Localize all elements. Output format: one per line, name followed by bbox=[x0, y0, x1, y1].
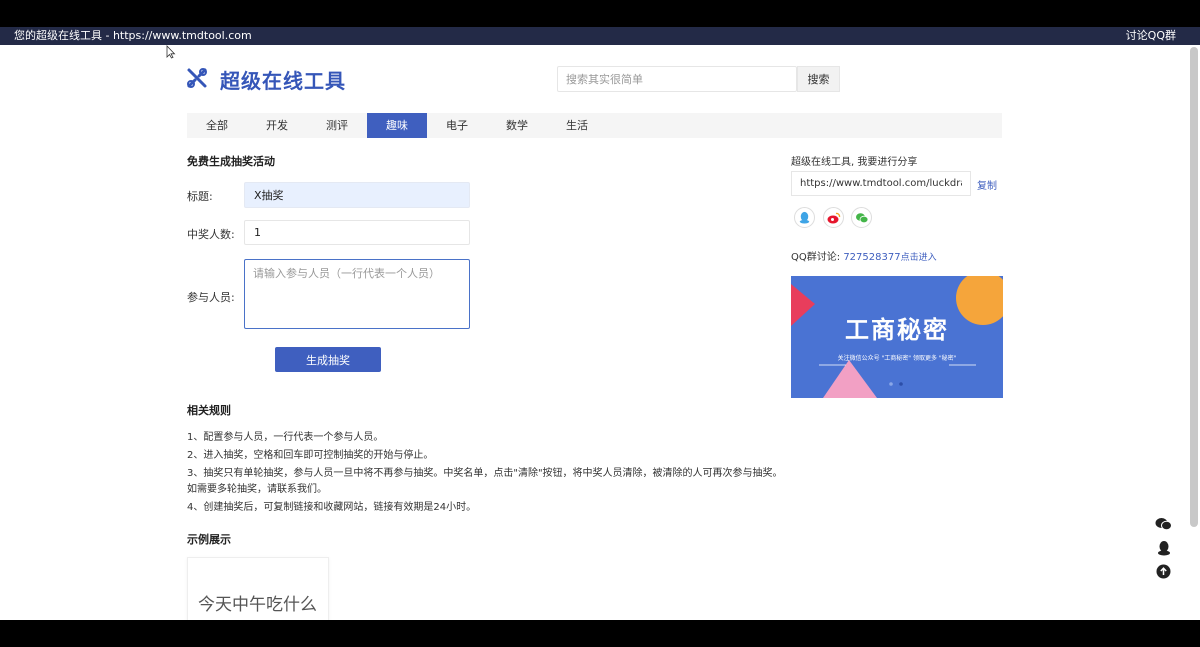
rule-item: 如需要多轮抽奖，请联系我们。 bbox=[187, 484, 327, 495]
scrollbar[interactable] bbox=[1190, 47, 1198, 527]
tab-electronics[interactable]: 电子 bbox=[427, 113, 487, 138]
rule-item: 3、抽奖只有单轮抽奖，参与人员一旦中将不再参与抽奖。中奖名单，点击"清除"按钮，… bbox=[187, 468, 783, 479]
banner-subtitle: 关注微信公众号 "工商秘密" 领取更多 "秘密" bbox=[837, 355, 957, 362]
ad-banner[interactable]: 工商秘密 关注微信公众号 "工商秘密" 领取更多 "秘密" bbox=[791, 276, 1003, 398]
browser-titlebar: 您的超级在线工具 - https://www.tmdtool.com 讨论QQ群 bbox=[0, 27, 1200, 45]
examples-heading: 示例展示 bbox=[187, 533, 231, 546]
qq-group-label: QQ群讨论: bbox=[791, 252, 841, 263]
search-button[interactable]: 搜索 bbox=[797, 66, 840, 92]
tab-fun[interactable]: 趣味 bbox=[367, 113, 427, 138]
tab-review[interactable]: 测评 bbox=[307, 113, 367, 138]
banner-title: 工商秘密 bbox=[845, 316, 949, 344]
category-tabs: 全部 开发 测评 趣味 电子 数学 生活 bbox=[187, 113, 1002, 138]
title-input[interactable] bbox=[244, 182, 470, 208]
wechat-icon[interactable] bbox=[851, 207, 872, 228]
share-url-input[interactable] bbox=[791, 171, 971, 196]
rules-list: 1、配置参与人员，一行代表一个参与人员。 2、进入抽奖，空格和回车即可控制抽奖的… bbox=[187, 430, 787, 518]
qq-group-number[interactable]: 727528377 bbox=[843, 252, 900, 263]
winner-count-input[interactable] bbox=[244, 220, 470, 245]
qq-group-join-link[interactable]: 点击进入 bbox=[901, 253, 937, 263]
browser-title: 您的超级在线工具 - https://www.tmdtool.com bbox=[14, 29, 252, 42]
rule-item: 4、创建抽奖后，可复制链接和收藏网站，链接有效期是24小时。 bbox=[187, 502, 477, 513]
wechat-float-icon[interactable] bbox=[1155, 515, 1172, 532]
tab-dev[interactable]: 开发 bbox=[247, 113, 307, 138]
page-content: 超级在线工具 搜索 全部 开发 测评 趣味 电子 数学 生活 免费生成抽奖活动 … bbox=[0, 45, 1200, 620]
copy-link[interactable]: 复制 bbox=[977, 177, 997, 192]
site-logo-text[interactable]: 超级在线工具 bbox=[220, 65, 346, 94]
tab-math[interactable]: 数学 bbox=[487, 113, 547, 138]
generate-lottery-button[interactable]: 生成抽奖 bbox=[275, 347, 381, 372]
search-input[interactable] bbox=[557, 66, 797, 92]
rule-item: 2、进入抽奖，空格和回车即可控制抽奖的开始与停止。 bbox=[187, 450, 434, 461]
rule-item: 1、配置参与人员，一行代表一个参与人员。 bbox=[187, 432, 384, 443]
participants-label: 参与人员: bbox=[187, 291, 235, 304]
winner-count-label: 中奖人数: bbox=[187, 228, 235, 241]
participants-textarea[interactable] bbox=[244, 259, 470, 329]
rules-heading: 相关规则 bbox=[187, 404, 231, 417]
tab-life[interactable]: 生活 bbox=[547, 113, 607, 138]
tab-all[interactable]: 全部 bbox=[187, 113, 247, 138]
weibo-icon[interactable] bbox=[823, 207, 844, 228]
mouse-cursor-icon bbox=[166, 45, 176, 59]
example-card[interactable]: 今天中午吃什么 bbox=[187, 557, 329, 620]
share-label: 超级在线工具, 我要进行分享 bbox=[791, 157, 918, 168]
back-to-top-icon[interactable] bbox=[1155, 563, 1172, 580]
qq-icon[interactable] bbox=[794, 207, 815, 228]
title-label: 标题: bbox=[187, 190, 213, 203]
qq-group-link[interactable]: 讨论QQ群 bbox=[1126, 27, 1176, 45]
form-heading: 免费生成抽奖活动 bbox=[187, 155, 275, 168]
tools-logo-icon bbox=[187, 68, 207, 88]
example-card-text: 今天中午吃什么 bbox=[198, 595, 317, 615]
qq-group-info: QQ群讨论: 727528377点击进入 bbox=[791, 248, 937, 263]
qq-float-icon[interactable] bbox=[1155, 539, 1172, 556]
